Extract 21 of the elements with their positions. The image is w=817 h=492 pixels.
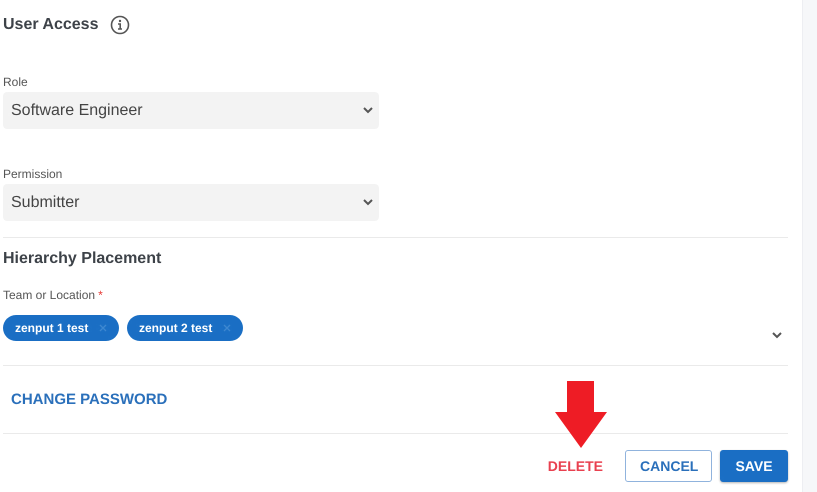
field-label: Team or Location xyxy=(3,288,96,302)
location-chip[interactable]: zenput 1 test xyxy=(3,315,119,341)
location-chip[interactable]: zenput 2 test xyxy=(127,315,243,341)
close-icon[interactable] xyxy=(223,324,231,332)
cancel-button[interactable]: CANCEL xyxy=(625,450,712,482)
chevron-down-icon xyxy=(363,107,373,114)
save-button[interactable]: SAVE xyxy=(720,450,788,482)
change-password-link[interactable]: CHANGE PASSWORD xyxy=(11,391,168,408)
field-label: Role xyxy=(3,75,29,89)
select-field[interactable]: Software Engineer xyxy=(3,92,379,129)
required-mark: * xyxy=(98,288,103,302)
section-title: User Access xyxy=(3,16,98,34)
field-label: Permission xyxy=(3,167,64,181)
delete-button[interactable]: DELETE xyxy=(534,450,618,482)
arrow-annotation xyxy=(553,381,609,449)
chevron-down-icon xyxy=(772,332,782,338)
chevron-down-icon xyxy=(363,199,373,206)
close-icon[interactable] xyxy=(99,324,107,332)
select-field[interactable]: Submitter xyxy=(3,184,379,221)
info-icon[interactable] xyxy=(110,15,130,35)
section-title: Hierarchy Placement xyxy=(3,250,162,267)
